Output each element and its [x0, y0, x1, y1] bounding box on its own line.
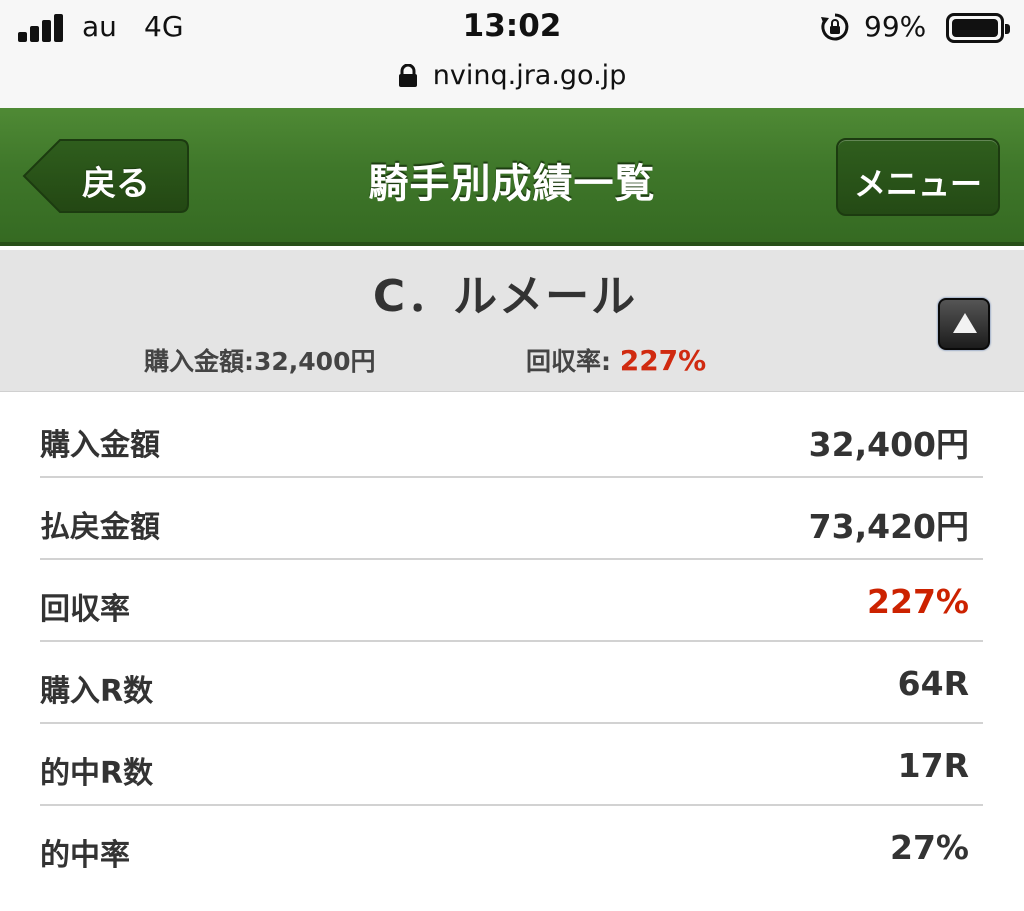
url-text: nvinq.jra.go.jp — [432, 60, 627, 91]
status-bar: au 4G 13:02 99% — [0, 0, 1024, 56]
battery-percent: 99% — [864, 10, 927, 43]
stat-value: 27% — [890, 828, 969, 867]
stat-value: 32,400円 — [808, 425, 969, 464]
jockey-name: C．ルメール — [372, 271, 638, 322]
summary-recovery-rate: 回収率: 227% — [526, 342, 706, 378]
stat-row-recovery-rate: 回収率 227% — [40, 560, 983, 642]
jockey-summary: C．ルメール 購入金額:32,400円 回収率: 227% — [0, 250, 1024, 392]
stat-value: 227% — [867, 582, 969, 621]
rotation-lock-icon — [821, 13, 849, 41]
stat-value: 64R — [897, 664, 969, 703]
summary-recovery-value: 227% — [619, 344, 707, 377]
stat-label: 払戻金額 — [40, 510, 160, 545]
stat-label: 的中率 — [40, 838, 130, 873]
menu-button-label: メニュー — [853, 165, 982, 203]
battery-icon — [946, 13, 1010, 43]
stats-list: 購入金額 32,400円 払戻金額 73,420円 回収率 227% 購入R数 … — [40, 396, 983, 888]
summary-purchase-amount: 購入金額:32,400円 — [144, 347, 376, 376]
stat-row-purchase-amount: 購入金額 32,400円 — [40, 396, 983, 478]
stat-row-payout-amount: 払戻金額 73,420円 — [40, 478, 983, 560]
stat-value: 17R — [897, 746, 969, 785]
stat-row-races-hit: 的中R数 17R — [40, 724, 983, 806]
page-header: 戻る 騎手別成績一覧 メニュー — [0, 108, 1024, 246]
stat-value: 73,420円 — [808, 507, 969, 546]
stat-row-races-purchased: 購入R数 64R — [40, 642, 983, 724]
stat-label: 回収率 — [40, 592, 130, 627]
menu-button[interactable]: メニュー — [836, 138, 1000, 216]
summary-recovery-label: 回収率: — [526, 347, 611, 376]
triangle-up-icon — [953, 313, 977, 333]
padlock-icon — [398, 64, 417, 87]
stat-label: 的中R数 — [40, 756, 154, 791]
stat-label: 購入金額 — [40, 428, 160, 463]
collapse-button[interactable] — [938, 298, 990, 350]
stat-row-hit-rate: 的中率 27% — [40, 806, 983, 888]
address-bar[interactable]: nvinq.jra.go.jp — [0, 56, 1024, 108]
stat-label: 購入R数 — [40, 674, 154, 709]
